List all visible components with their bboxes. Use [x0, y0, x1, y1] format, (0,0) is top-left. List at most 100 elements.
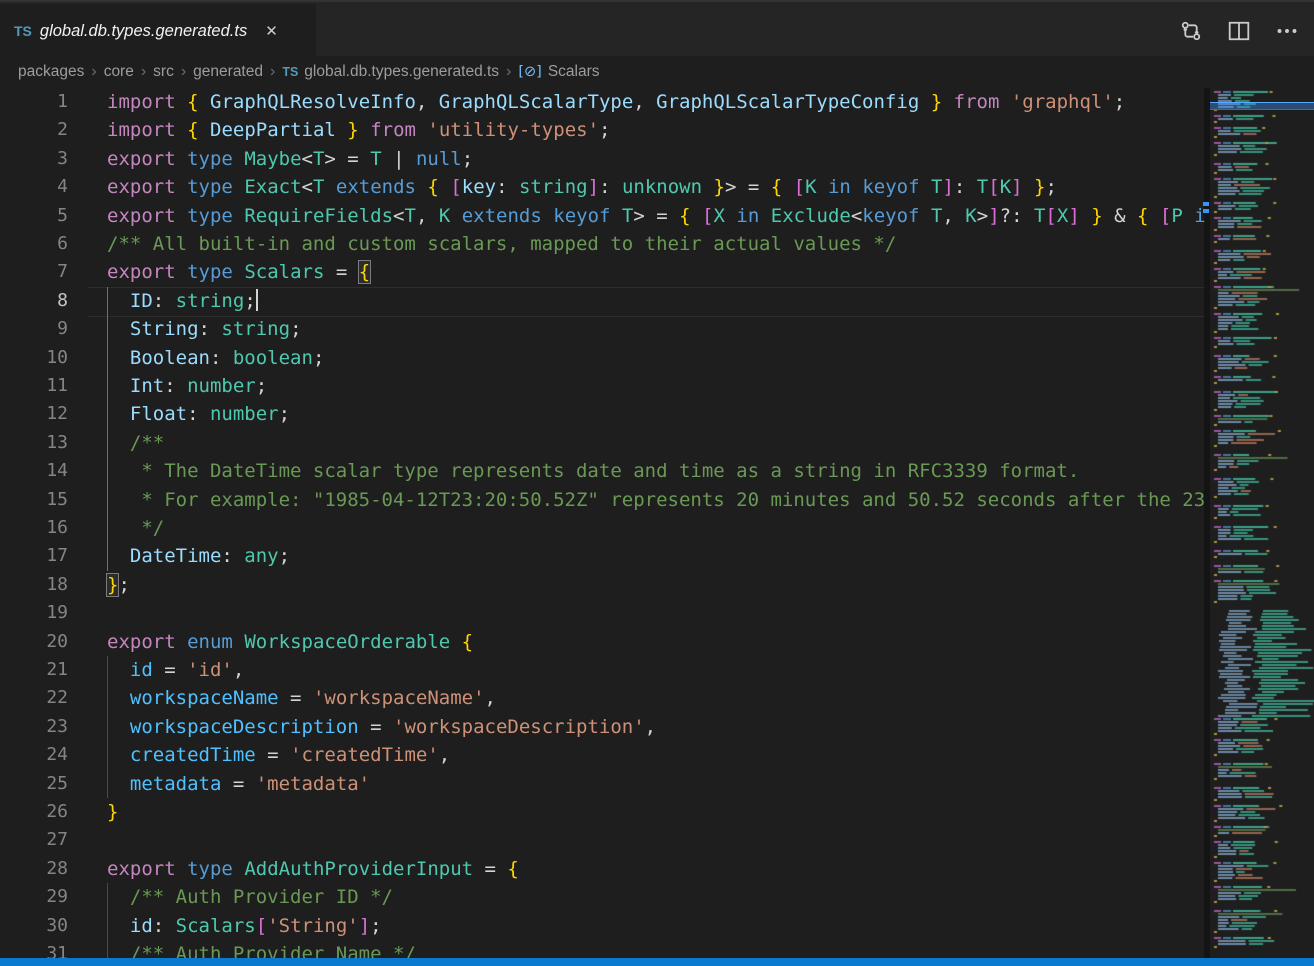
indent-guide [107, 883, 108, 958]
breadcrumb-item-core[interactable]: core [104, 63, 134, 81]
code-line-18[interactable]: 18}; [0, 571, 1205, 600]
line-number: 29 [0, 883, 68, 911]
typescript-file-icon: TS [14, 23, 32, 39]
code-line-10[interactable]: 10 Boolean: boolean; [0, 344, 1205, 373]
code-line-13[interactable]: 13 /** [0, 429, 1205, 458]
open-changes-icon [1179, 19, 1203, 43]
line-number: 12 [0, 400, 68, 428]
code-line-31[interactable]: 31 /** Auth Provider Name */ [0, 940, 1205, 958]
code-text: } [107, 798, 118, 826]
code-text: export type Maybe<T> = T | null; [107, 145, 473, 173]
code-text: }; [107, 571, 130, 599]
code-line-24[interactable]: 24 createdTime = 'createdTime', [0, 741, 1205, 770]
code-text: * The DateTime scalar type represents da… [107, 457, 1079, 485]
code-text: export type AddAuthProviderInput = { [107, 855, 519, 883]
code-line-26[interactable]: 26} [0, 798, 1205, 827]
line-number: 20 [0, 628, 68, 656]
code-line-20[interactable]: 20export enum WorkspaceOrderable { [0, 628, 1205, 657]
code-text: Int: number; [107, 372, 267, 400]
close-icon[interactable]: ✕ [261, 20, 282, 42]
breadcrumb-item-packages[interactable]: packages [18, 63, 84, 81]
code-text: /** Auth Provider Name */ [107, 940, 416, 958]
tab-title: global.db.types.generated.ts [40, 22, 247, 41]
line-number: 4 [0, 173, 68, 201]
more-actions-button[interactable] [1270, 14, 1304, 48]
code-line-15[interactable]: 15 * For example: "1985-04-12T23:20:50.5… [0, 486, 1205, 515]
more-actions-icon [1275, 19, 1299, 43]
minimap[interactable] [1210, 88, 1314, 958]
editor-text-area[interactable]: 1 import { GraphQLResolveInfo, GraphQLSca… [0, 88, 1205, 958]
chevron-right-icon: › [141, 63, 146, 81]
line-number: 1 [0, 88, 68, 116]
code-line-9[interactable]: 9 String: string; [0, 315, 1205, 344]
line-number: 8 [0, 287, 68, 315]
minimap-decoration [1203, 209, 1209, 213]
code-text: export type Exact<T extends { [key: stri… [107, 173, 1057, 201]
code-text: import { GraphQLResolveInfo, GraphQLScal… [107, 88, 1125, 116]
code-line-3[interactable]: 3export type Maybe<T> = T | null; [0, 145, 1205, 174]
chevron-right-icon: › [270, 63, 275, 81]
code-text: workspaceDescription = 'workspaceDescrip… [107, 713, 656, 741]
code-text: metadata = 'metadata' [107, 770, 370, 798]
code-line-28[interactable]: 28export type AddAuthProviderInput = { [0, 855, 1205, 884]
code-text: workspaceName = 'workspaceName', [107, 684, 496, 712]
code-text: id: Scalars['String']; [107, 912, 382, 940]
breadcrumb-symbol[interactable]: Scalars [548, 63, 600, 81]
line-number: 15 [0, 486, 68, 514]
breadcrumb-item-generated[interactable]: generated [193, 63, 263, 81]
line-number: 24 [0, 741, 68, 769]
line-number: 30 [0, 912, 68, 940]
line-number: 14 [0, 457, 68, 485]
code-text: ID: string; [107, 287, 258, 315]
code-line-16[interactable]: 16 */ [0, 514, 1205, 543]
line-number: 13 [0, 429, 68, 457]
code-line-19[interactable]: 19 [0, 599, 1205, 628]
code-line-23[interactable]: 23 workspaceDescription = 'workspaceDesc… [0, 713, 1205, 742]
editor-tab[interactable]: TS global.db.types.generated.ts ✕ [0, 4, 316, 58]
code-line-4[interactable]: 4 export type Exact<T extends { [key: str… [0, 173, 1205, 202]
code-text: DateTime: any; [107, 542, 290, 570]
code-line-5[interactable]: 5export type RequireFields<T, K extends … [0, 202, 1205, 231]
line-number: 18 [0, 571, 68, 599]
chevron-right-icon: › [506, 63, 511, 81]
code-line-11[interactable]: 11 Int: number; [0, 372, 1205, 401]
code-line-6[interactable]: 6 /** All built-in and custom scalars, ma… [0, 230, 1205, 259]
breadcrumb-file[interactable]: global.db.types.generated.ts [304, 63, 499, 81]
editor-actions [1174, 4, 1304, 58]
code-line-2[interactable]: 2import { DeepPartial } from 'utility-ty… [0, 116, 1205, 145]
line-number: 21 [0, 656, 68, 684]
line-number: 31 [0, 940, 68, 958]
tab-bar: TS global.db.types.generated.ts ✕ [0, 0, 1314, 56]
code-text: Boolean: boolean; [107, 344, 324, 372]
open-changes-button[interactable] [1174, 14, 1208, 48]
split-editor-button[interactable] [1222, 14, 1256, 48]
code-line-14[interactable]: 14 * The DateTime scalar type represents… [0, 457, 1205, 486]
code-line-1[interactable]: 1 import { GraphQLResolveInfo, GraphQLSca… [0, 88, 1205, 117]
code-line-27[interactable]: 27 [0, 826, 1205, 855]
code-editor: 1 import { GraphQLResolveInfo, GraphQLSca… [0, 88, 1314, 958]
line-number: 17 [0, 542, 68, 570]
code-line-30[interactable]: 30 id: Scalars['String']; [0, 912, 1205, 941]
minimap-current-line-marker [1210, 102, 1314, 110]
code-line-21[interactable]: 21 id = 'id', [0, 656, 1205, 685]
split-editor-icon [1227, 19, 1251, 43]
code-line-12[interactable]: 12 Float: number; [0, 400, 1205, 429]
breadcrumb-item-src[interactable]: src [153, 63, 174, 81]
code-line-29[interactable]: 29 /** Auth Provider ID */ [0, 883, 1205, 912]
line-number: 27 [0, 826, 68, 854]
code-text: /** All built-in and custom scalars, map… [107, 230, 896, 258]
minimap-decoration [1203, 202, 1209, 206]
code-text: export type Scalars = { [107, 258, 370, 286]
line-number: 2 [0, 116, 68, 144]
line-number: 6 [0, 230, 68, 258]
line-number: 16 [0, 514, 68, 542]
code-line-25[interactable]: 25 metadata = 'metadata' [0, 770, 1205, 799]
code-line-22[interactable]: 22 workspaceName = 'workspaceName', [0, 684, 1205, 713]
code-line-17[interactable]: 17 DateTime: any; [0, 542, 1205, 571]
code-line-8[interactable]: 8 ID: string; [0, 287, 1205, 316]
line-number: 25 [0, 770, 68, 798]
code-text: /** [107, 429, 164, 457]
line-number: 26 [0, 798, 68, 826]
code-text: String: string; [107, 315, 302, 343]
code-line-7[interactable]: 7export type Scalars = { [0, 258, 1205, 287]
